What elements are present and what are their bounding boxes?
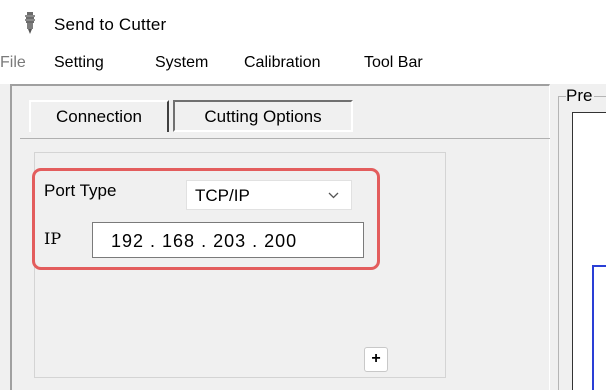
port-type-value: TCP/IP	[195, 186, 250, 205]
preview-path-vertical	[592, 265, 594, 390]
preview-canvas	[572, 112, 606, 390]
port-type-label: Port Type	[44, 181, 117, 200]
window-title: Send to Cutter	[54, 15, 167, 34]
preview-legend: Pre	[566, 86, 595, 106]
menu-tool-bar[interactable]: Tool Bar	[364, 54, 423, 72]
ip-address-field[interactable]: 192 . 168 . 203 . 200	[92, 222, 364, 258]
tab-connection[interactable]: Connection	[29, 100, 169, 132]
preview-path-horizontal	[592, 265, 606, 267]
menu-system[interactable]: System	[155, 54, 208, 72]
tab-cutting-options[interactable]: Cutting Options	[173, 100, 353, 132]
cutter-blade-icon	[25, 12, 35, 34]
port-type-select[interactable]: TCP/IP	[186, 180, 352, 210]
chevron-down-icon	[328, 192, 339, 199]
ip-label: IP	[44, 229, 62, 248]
add-button[interactable]: +	[364, 347, 388, 372]
tab-divider	[20, 138, 550, 139]
menu-bar: File Setting System Calibration Tool Bar	[0, 46, 606, 84]
menu-setting[interactable]: Setting	[54, 54, 104, 72]
menu-file[interactable]: File	[0, 54, 26, 72]
ip-address-value: 192 . 168 . 203 . 200	[111, 231, 298, 251]
menu-calibration[interactable]: Calibration	[244, 54, 320, 72]
title-bar: Send to Cutter	[0, 0, 606, 46]
